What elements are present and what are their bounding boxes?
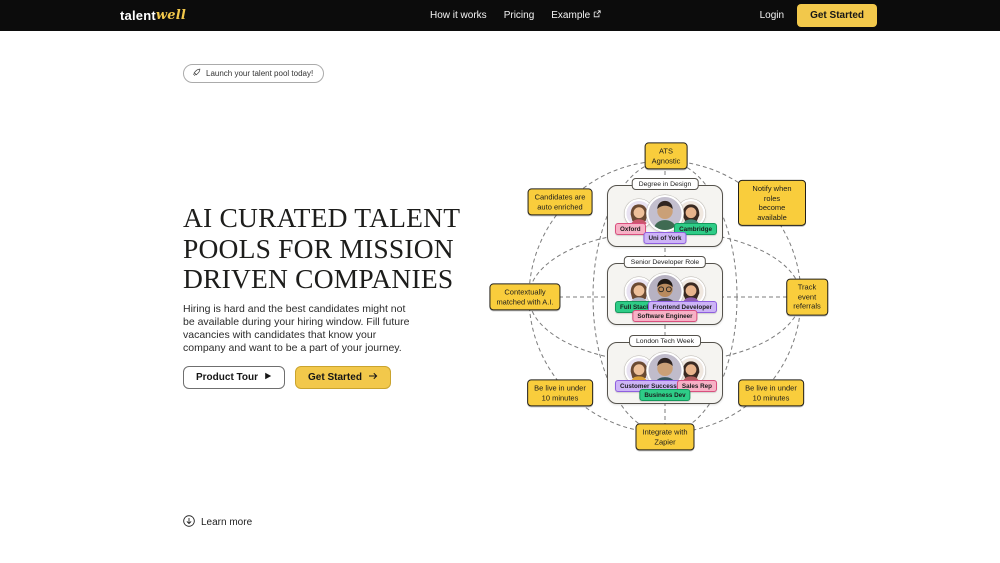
product-tour-button[interactable]: Product Tour (183, 366, 285, 389)
card-header: London Tech Week (629, 335, 701, 347)
nav-link-example[interactable]: Example (551, 10, 601, 21)
feature-label-notify-roles[interactable]: Notify when roles become available (738, 180, 806, 226)
launch-badge[interactable]: Launch your talent pool today! (183, 64, 324, 83)
play-icon (264, 372, 272, 383)
card-header: Degree in Design (632, 178, 699, 190)
card-header: Senior Developer Role (624, 256, 706, 268)
launch-badge-label: Launch your talent pool today! (206, 69, 313, 78)
feature-label-live-fast-left[interactable]: Be live in under 10 minutes (527, 379, 593, 406)
hero-get-started-button[interactable]: Get Started (295, 366, 391, 389)
cta-row: Product Tour Get Started (183, 366, 391, 389)
feature-label-ai-matched[interactable]: Contextually matched with A.I. (489, 283, 560, 310)
navbar: talentwell How it works Pricing Example … (0, 0, 1000, 31)
feature-label-ats-agnostic[interactable]: ATS Agnostic (645, 142, 688, 169)
page-title: AI CURATED TALENT POOLS FOR MISSION DRIV… (183, 203, 460, 295)
nav-get-started-button[interactable]: Get Started (797, 4, 877, 27)
title-line-3: DRIVEN COMPANIES (183, 264, 460, 295)
arrow-right-icon (368, 372, 378, 383)
logo-text-well: well (156, 8, 186, 23)
talent-pool-card-london-tech-week[interactable]: London Tech Week Customer Success Sales … (607, 342, 723, 404)
candidate-tag[interactable]: Oxford (615, 223, 646, 235)
login-link[interactable]: Login (760, 10, 784, 21)
talent-pool-card-degree-in-design[interactable]: Degree in Design Oxford Cambridge Uni of… (607, 185, 723, 247)
nav-right: Login Get Started (760, 0, 877, 31)
candidate-tag[interactable]: Uni of York (643, 232, 686, 244)
title-line-1: AI CURATED TALENT (183, 203, 460, 234)
logo-text-talent: talent (120, 8, 156, 23)
feature-label-zapier[interactable]: Integrate with Zapier (635, 423, 694, 450)
hero-description: Hiring is hard and the best candidates m… (183, 303, 411, 355)
talent-pool-diagram: ATS Agnostic Candidates are auto enriche… (480, 135, 840, 460)
feature-label-auto-enriched[interactable]: Candidates are auto enriched (528, 188, 593, 215)
landing-page: talentwell How it works Pricing Example … (0, 0, 1000, 563)
nav-link-pricing[interactable]: Pricing (504, 10, 535, 21)
nav-links: How it works Pricing Example (430, 0, 601, 31)
nav-link-how-it-works[interactable]: How it works (430, 10, 487, 21)
title-line-2: POOLS FOR MISSION (183, 234, 460, 265)
learn-more-label: Learn more (201, 517, 252, 528)
rocket-icon (192, 68, 201, 79)
logo[interactable]: talentwell (120, 0, 186, 31)
arrow-down-circle-icon (183, 515, 195, 530)
candidate-tag[interactable]: Software Engineer (632, 310, 697, 322)
learn-more-link[interactable]: Learn more (183, 515, 252, 530)
talent-pool-card-senior-developer[interactable]: Senior Developer Role Full Stack Dev Fro… (607, 263, 723, 325)
feature-label-event-referrals[interactable]: Track event referrals (786, 279, 828, 316)
feature-label-live-fast-right[interactable]: Be live in under 10 minutes (738, 379, 804, 406)
external-link-icon (593, 10, 601, 21)
candidate-tag[interactable]: Business Dev (639, 389, 690, 401)
